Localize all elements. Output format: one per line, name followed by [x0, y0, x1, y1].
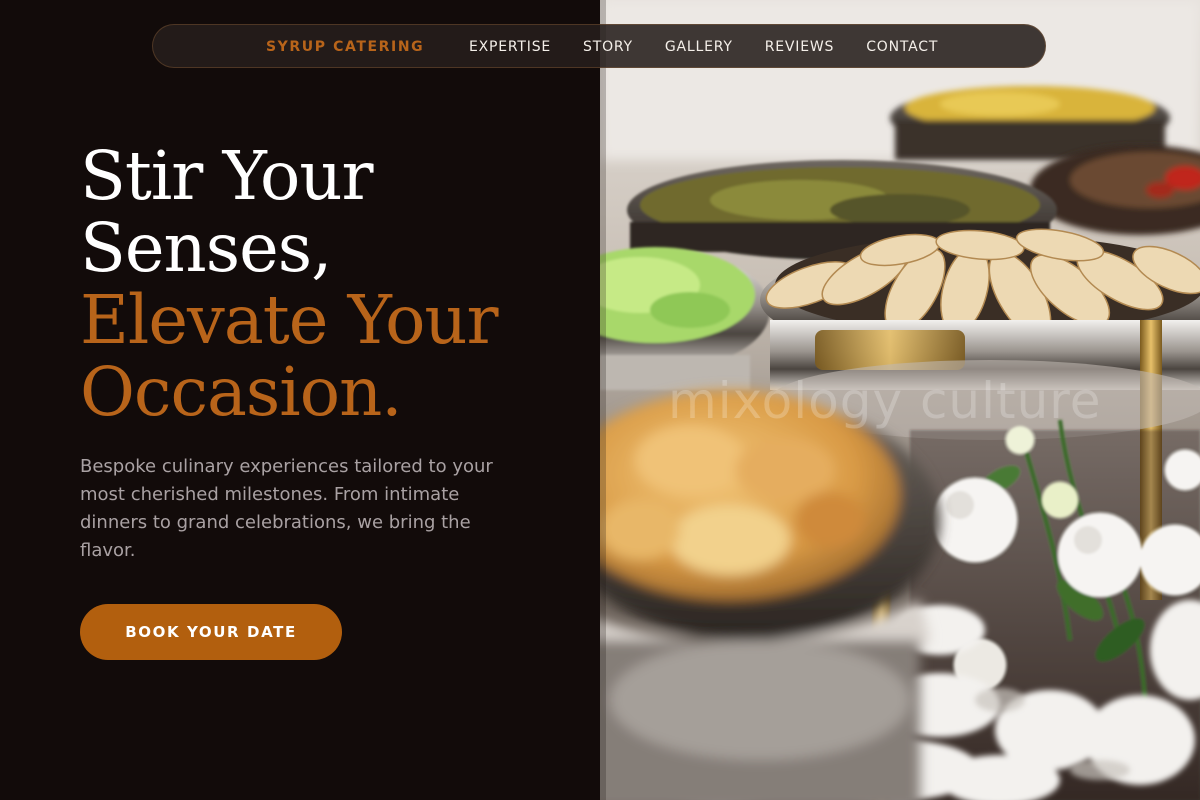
navigation-bar: SYRUP CATERING EXPERTISE STORY GALLERY R… — [152, 24, 1046, 68]
brand-logo[interactable]: SYRUP CATERING — [266, 39, 424, 55]
headline-line-4: Occasion. — [80, 353, 403, 431]
nav-links: EXPERTISE STORY GALLERY REVIEWS CONTACT — [469, 39, 970, 55]
headline-line-1: Stir Your — [80, 137, 373, 215]
nav-link-contact[interactable]: CONTACT — [866, 39, 938, 55]
nav-link-gallery[interactable]: GALLERY — [665, 39, 733, 55]
book-your-date-button[interactable]: BOOK YOUR DATE — [80, 604, 342, 660]
nav-link-reviews[interactable]: REVIEWS — [765, 39, 834, 55]
nav-link-expertise[interactable]: EXPERTISE — [469, 39, 551, 55]
landing-page: mixology culture SYRUP CATERING EXPERTIS… — [0, 0, 1200, 800]
nav-link-story[interactable]: STORY — [583, 39, 633, 55]
headline-line-3: Elevate Your — [80, 281, 499, 359]
headline-line-2: Senses, — [80, 209, 332, 287]
hero-description: Bespoke culinary experiences tailored to… — [80, 456, 493, 561]
catering-buffet-photo — [600, 0, 1200, 800]
hero-headline: Stir Your Senses, Elevate Your Occasion. — [80, 137, 499, 431]
